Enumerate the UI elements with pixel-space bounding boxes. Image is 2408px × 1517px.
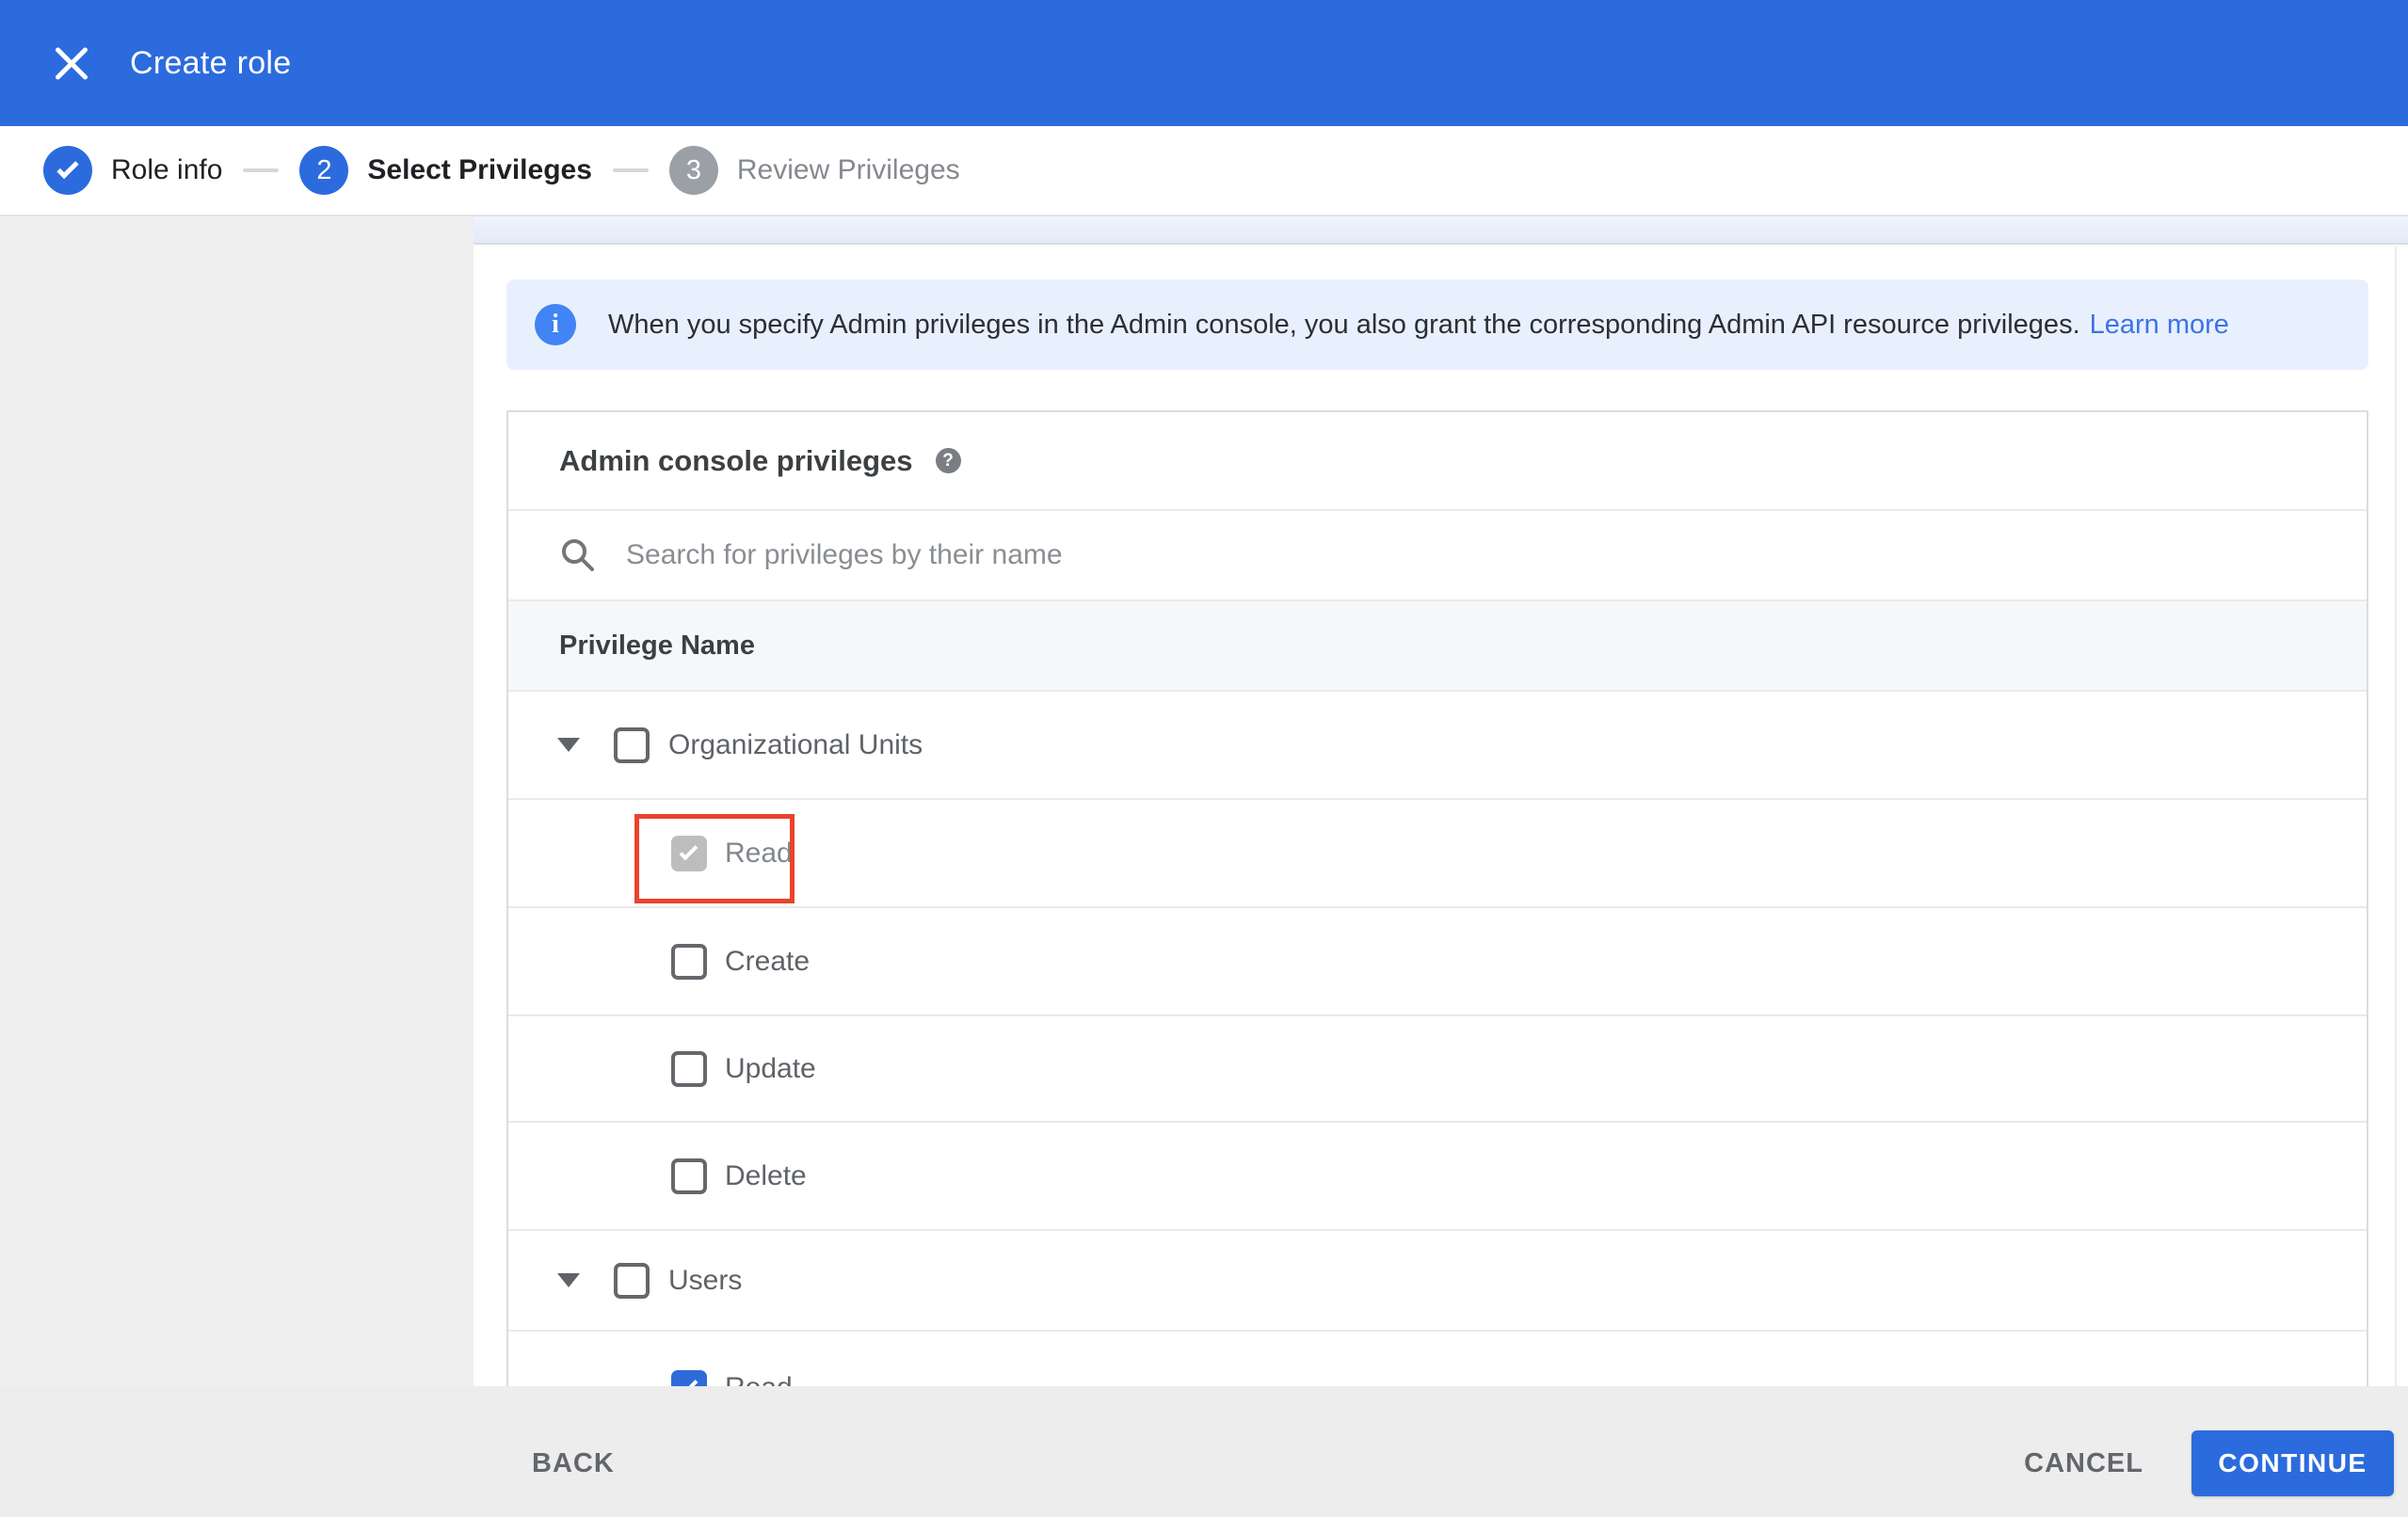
privilege-rows: Organizational Units Read Create Update Dele…: [508, 692, 2367, 1391]
continue-button[interactable]: CONTINUE: [2191, 1430, 2394, 1496]
expand-arrow-icon[interactable]: [557, 738, 580, 752]
privilege-checkbox[interactable]: [614, 1262, 650, 1299]
table-header-row: Privilege Name: [508, 601, 2367, 692]
app-bar: Create role: [0, 0, 2408, 126]
privilege-label: Create: [725, 945, 811, 977]
close-icon[interactable]: [53, 44, 90, 82]
check-icon: [679, 841, 698, 860]
privilege-row: Delete: [508, 1123, 2367, 1231]
dialog-title: Create role: [130, 44, 292, 81]
cancel-button[interactable]: CANCEL: [2024, 1433, 2143, 1493]
info-banner: i When you specify Admin privileges in t…: [506, 279, 2368, 370]
step-label: Review Privileges: [736, 154, 960, 185]
privilege-checkbox[interactable]: [671, 1050, 707, 1087]
banner-message: When you specify Admin privileges in the…: [608, 309, 2080, 340]
privilege-checkbox[interactable]: [671, 943, 707, 980]
privilege-label: Read: [725, 837, 793, 869]
admin-privileges-card: Admin console privileges ? Privilege Nam…: [506, 410, 2368, 1393]
privilege-label: Organizational Units: [668, 728, 923, 760]
privilege-label: Update: [725, 1052, 816, 1084]
privilege-row: Update: [508, 1016, 2367, 1123]
step-complete-icon: [43, 146, 92, 195]
search-row: [508, 511, 2367, 601]
card-title: Admin console privileges: [559, 443, 913, 477]
check-icon: [56, 156, 79, 179]
search-input[interactable]: [624, 538, 2036, 572]
column-header-privilege-name: Privilege Name: [559, 630, 755, 661]
privilege-checkbox[interactable]: [671, 835, 707, 871]
card-title-row: Admin console privileges ?: [508, 412, 2367, 511]
wizard-stepper: Role info 2 Select Privileges 3 Review P…: [0, 126, 2408, 216]
privilege-row: Read: [508, 1332, 2367, 1391]
scrolled-content-strip: [474, 216, 2408, 245]
step-number: 3: [685, 154, 701, 185]
left-gray-panel: [0, 216, 474, 1517]
step-review-privileges[interactable]: 3 Review Privileges: [668, 146, 960, 195]
privilege-row: Organizational Units: [508, 692, 2367, 800]
step-number-badge: 3: [668, 146, 718, 195]
step-select-privileges[interactable]: 2 Select Privileges: [299, 146, 592, 195]
privilege-row: Create: [508, 908, 2367, 1016]
back-button[interactable]: BACK: [532, 1433, 615, 1493]
expand-arrow-icon[interactable]: [557, 1273, 580, 1287]
privilege-checkbox[interactable]: [671, 1158, 707, 1194]
step-role-info[interactable]: Role info: [43, 146, 222, 195]
banner-text: When you specify Admin privileges in the…: [608, 310, 2229, 341]
step-connector: [612, 168, 649, 172]
scroll-gutter-line: [2395, 247, 2397, 1386]
info-icon: i: [535, 304, 576, 345]
step-connector: [243, 168, 280, 172]
step-label: Role info: [111, 154, 223, 185]
help-icon[interactable]: ?: [935, 448, 961, 473]
privilege-row: Users: [508, 1231, 2367, 1332]
footer-action-bar: BACK CANCEL CONTINUE: [0, 1386, 2408, 1517]
search-icon: [562, 539, 594, 571]
step-label: Select Privileges: [367, 154, 592, 185]
privilege-label: Users: [668, 1264, 743, 1296]
privilege-checkbox[interactable]: [614, 727, 650, 763]
create-role-dialog: Create role Role info 2 Select Privilege…: [0, 0, 2408, 1517]
learn-more-link[interactable]: Learn more: [2090, 310, 2229, 340]
privilege-label: Delete: [725, 1159, 807, 1191]
step-number-badge: 2: [299, 146, 349, 195]
step-number: 2: [316, 154, 332, 185]
privilege-row: Read: [508, 800, 2367, 908]
